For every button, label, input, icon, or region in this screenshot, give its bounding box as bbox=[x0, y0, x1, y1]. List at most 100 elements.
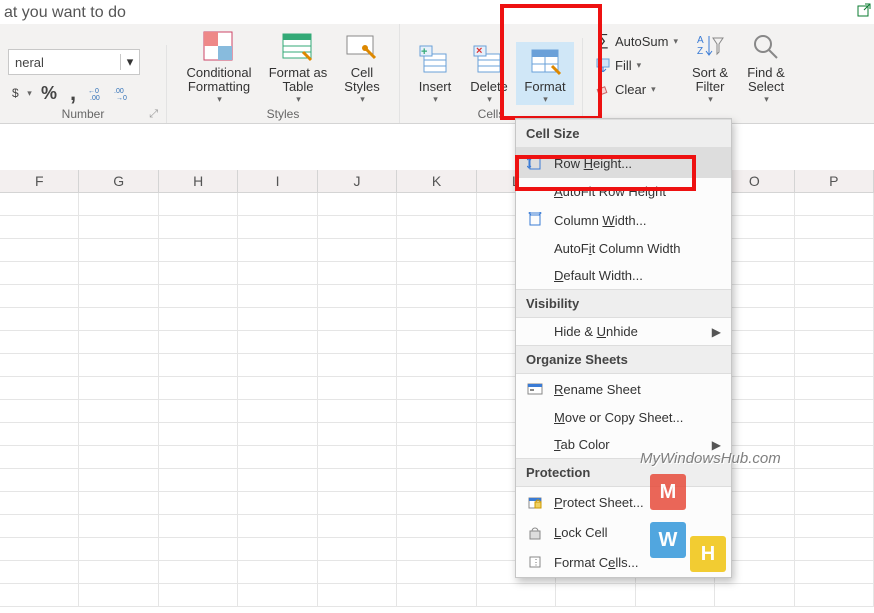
column-header[interactable]: I bbox=[238, 170, 317, 192]
grid-cell[interactable] bbox=[159, 515, 238, 537]
grid-cell[interactable] bbox=[238, 193, 317, 215]
grid-cell[interactable] bbox=[397, 239, 476, 261]
grid-cell[interactable] bbox=[79, 561, 158, 583]
grid-cell[interactable] bbox=[318, 423, 397, 445]
dd-row-height[interactable]: Row Height... bbox=[516, 148, 731, 178]
grid-cell[interactable] bbox=[79, 354, 158, 376]
grid-cell[interactable] bbox=[397, 354, 476, 376]
grid-cell[interactable] bbox=[159, 423, 238, 445]
spreadsheet-grid[interactable] bbox=[0, 193, 874, 607]
grid-cell[interactable] bbox=[0, 423, 79, 445]
decrease-decimal-button[interactable]: .00→0 bbox=[114, 81, 134, 105]
grid-cell[interactable] bbox=[0, 515, 79, 537]
grid-cell[interactable] bbox=[159, 492, 238, 514]
grid-cell[interactable] bbox=[238, 285, 317, 307]
grid-cell[interactable] bbox=[397, 285, 476, 307]
grid-cell[interactable] bbox=[79, 331, 158, 353]
column-header[interactable]: P bbox=[795, 170, 874, 192]
percent-button[interactable]: % bbox=[40, 81, 58, 105]
accounting-format-button[interactable]: $▾ bbox=[8, 81, 34, 105]
grid-cell[interactable] bbox=[238, 515, 317, 537]
dd-rename-sheet[interactable]: Rename Sheet bbox=[516, 374, 731, 404]
dd-column-width[interactable]: Column Width... bbox=[516, 205, 731, 235]
insert-button[interactable]: + Insert ▾ bbox=[408, 42, 462, 105]
grid-cell[interactable] bbox=[397, 561, 476, 583]
grid-cell[interactable] bbox=[795, 216, 874, 238]
grid-cell[interactable] bbox=[0, 561, 79, 583]
dd-autofit-row[interactable]: AutoFit Row Height bbox=[516, 178, 731, 205]
dd-protect-sheet[interactable]: Protect Sheet... bbox=[516, 487, 731, 517]
grid-cell[interactable] bbox=[238, 216, 317, 238]
conditional-formatting-button[interactable]: Conditional Formatting ▾ bbox=[175, 28, 263, 105]
grid-cell[interactable] bbox=[159, 377, 238, 399]
grid-cell[interactable] bbox=[397, 469, 476, 491]
tell-me-box[interactable]: at you want to do bbox=[0, 0, 874, 24]
grid-cell[interactable] bbox=[795, 354, 874, 376]
grid-cell[interactable] bbox=[795, 561, 874, 583]
sort-filter-button[interactable]: AZ Sort & Filter ▾ bbox=[682, 28, 738, 105]
increase-decimal-button[interactable]: ←0.00 bbox=[88, 81, 108, 105]
grid-cell[interactable] bbox=[159, 216, 238, 238]
grid-cell[interactable] bbox=[0, 331, 79, 353]
grid-cell[interactable] bbox=[397, 446, 476, 468]
grid-cell[interactable] bbox=[238, 446, 317, 468]
dd-hide-unhide[interactable]: Hide & Unhide ▶ bbox=[516, 318, 731, 345]
grid-cell[interactable] bbox=[397, 584, 476, 606]
grid-cell[interactable] bbox=[79, 262, 158, 284]
grid-cell[interactable] bbox=[795, 515, 874, 537]
grid-cell[interactable] bbox=[795, 262, 874, 284]
dd-default-width[interactable]: Default Width... bbox=[516, 262, 731, 289]
grid-cell[interactable] bbox=[318, 400, 397, 422]
grid-cell[interactable] bbox=[795, 193, 874, 215]
chevron-down-icon[interactable]: ▾ bbox=[120, 54, 139, 70]
grid-cell[interactable] bbox=[238, 538, 317, 560]
clear-button[interactable]: Clear▾ bbox=[591, 78, 682, 100]
dd-autofit-col[interactable]: AutoFit Column Width bbox=[516, 235, 731, 262]
grid-cell[interactable] bbox=[79, 423, 158, 445]
column-header[interactable]: H bbox=[159, 170, 238, 192]
grid-cell[interactable] bbox=[795, 285, 874, 307]
grid-cell[interactable] bbox=[159, 193, 238, 215]
grid-cell[interactable] bbox=[238, 377, 317, 399]
grid-cell[interactable] bbox=[159, 446, 238, 468]
dd-move-copy-sheet[interactable]: Move or Copy Sheet... bbox=[516, 404, 731, 431]
format-as-table-button[interactable]: Format as Table ▾ bbox=[263, 28, 333, 105]
grid-cell[interactable] bbox=[0, 377, 79, 399]
grid-cell[interactable] bbox=[318, 262, 397, 284]
grid-cell[interactable] bbox=[397, 492, 476, 514]
grid-cell[interactable] bbox=[318, 354, 397, 376]
grid-cell[interactable] bbox=[238, 354, 317, 376]
grid-cell[interactable] bbox=[0, 538, 79, 560]
grid-cell[interactable] bbox=[238, 423, 317, 445]
grid-cell[interactable] bbox=[159, 308, 238, 330]
grid-cell[interactable] bbox=[0, 285, 79, 307]
grid-cell[interactable] bbox=[79, 515, 158, 537]
grid-cell[interactable] bbox=[79, 400, 158, 422]
grid-cell[interactable] bbox=[715, 584, 794, 606]
grid-cell[interactable] bbox=[0, 262, 79, 284]
delete-button[interactable]: × Delete ▾ bbox=[462, 42, 516, 105]
grid-cell[interactable] bbox=[238, 469, 317, 491]
grid-cell[interactable] bbox=[79, 469, 158, 491]
grid-cell[interactable] bbox=[159, 561, 238, 583]
grid-cell[interactable] bbox=[318, 377, 397, 399]
grid-cell[interactable] bbox=[238, 239, 317, 261]
grid-cell[interactable] bbox=[159, 400, 238, 422]
grid-cell[interactable] bbox=[397, 193, 476, 215]
grid-cell[interactable] bbox=[318, 515, 397, 537]
grid-cell[interactable] bbox=[0, 354, 79, 376]
grid-cell[interactable] bbox=[397, 331, 476, 353]
grid-cell[interactable] bbox=[397, 262, 476, 284]
column-header[interactable]: K bbox=[397, 170, 476, 192]
grid-cell[interactable] bbox=[79, 216, 158, 238]
grid-cell[interactable] bbox=[79, 446, 158, 468]
autosum-button[interactable]: ∑ AutoSum▾ bbox=[591, 30, 682, 52]
grid-cell[interactable] bbox=[0, 400, 79, 422]
grid-cell[interactable] bbox=[238, 308, 317, 330]
grid-cell[interactable] bbox=[636, 584, 715, 606]
grid-cell[interactable] bbox=[79, 193, 158, 215]
comma-style-button[interactable]: , bbox=[64, 81, 82, 105]
find-select-button[interactable]: Find & Select ▾ bbox=[738, 28, 794, 105]
grid-cell[interactable] bbox=[795, 469, 874, 491]
grid-cell[interactable] bbox=[159, 262, 238, 284]
